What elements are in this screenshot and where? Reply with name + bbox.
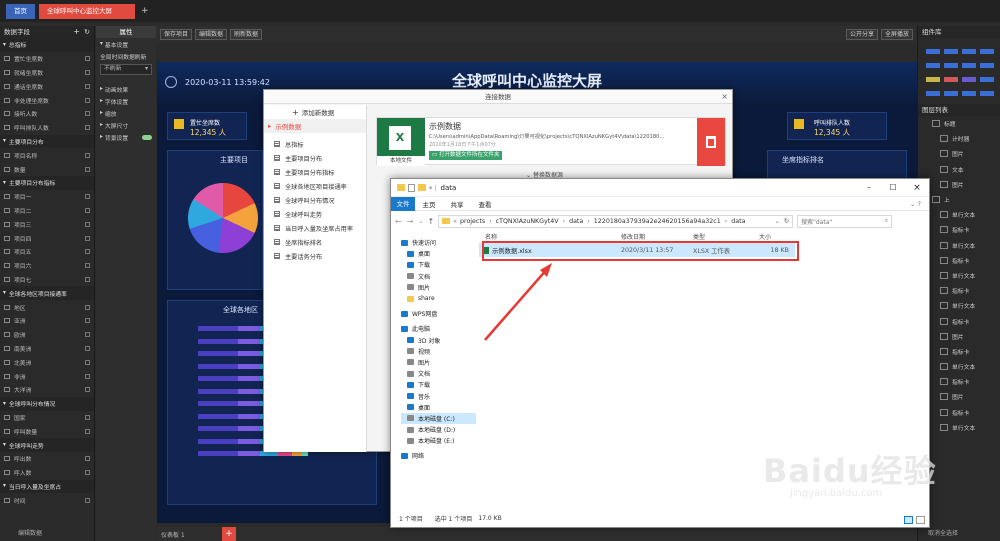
watermark-url: jingyan.baidu.com [790, 488, 883, 499]
watermark-brand: Baidu经验 [763, 452, 937, 490]
